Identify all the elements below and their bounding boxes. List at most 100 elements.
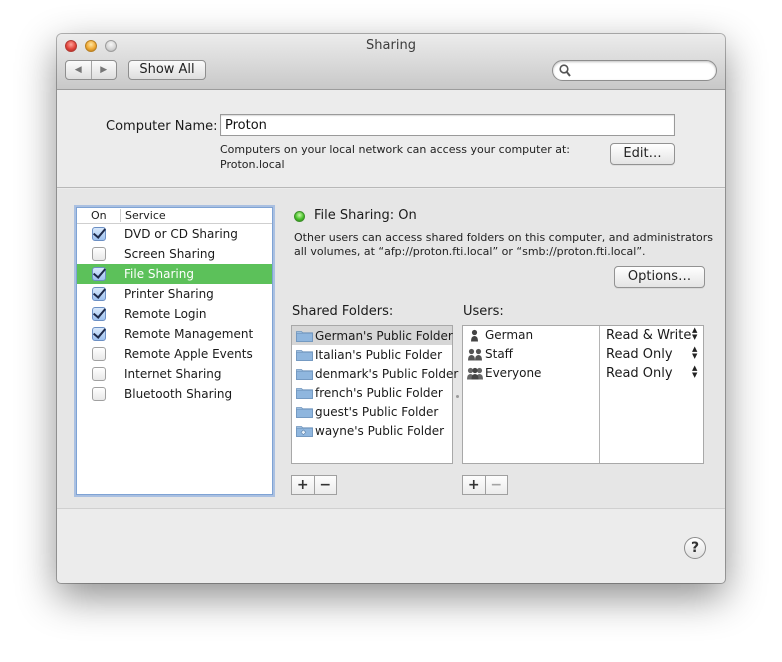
forward-arrow-icon: ▶: [100, 65, 108, 75]
service-checkbox[interactable]: [92, 227, 106, 241]
service-checkbox[interactable]: [92, 267, 106, 281]
user-name: German: [485, 328, 534, 342]
folder-name: guest's Public Folder: [315, 404, 439, 419]
help-button[interactable]: ?: [684, 537, 706, 559]
search-icon: [559, 64, 571, 77]
shared-folder-row[interactable]: denmark's Public Folder: [292, 364, 458, 383]
computer-name-label: Computer Name:: [106, 119, 218, 134]
service-row[interactable]: File Sharing: [77, 264, 272, 284]
local-hostname: Proton.local: [220, 158, 285, 171]
shared-folder-row[interactable]: German's Public Folder: [292, 326, 453, 345]
user-icon: [467, 329, 483, 342]
folder-name: wayne's Public Folder: [315, 423, 445, 438]
public-folder-icon: [296, 424, 313, 437]
back-button[interactable]: ◀: [66, 61, 91, 79]
users-label: Users:: [463, 304, 504, 319]
user-name-cell: Everyone: [467, 366, 541, 380]
everyone-icon: [467, 367, 483, 380]
back-arrow-icon: ◀: [74, 65, 82, 75]
permission-popup[interactable]: Read Only: [606, 347, 673, 362]
computer-name-section: Computer Name: Computers on your local n…: [57, 91, 725, 188]
user-row[interactable]: Staff Read Only ▲ ▼: [463, 345, 703, 364]
computer-name-input[interactable]: [220, 114, 675, 136]
permission-popup[interactable]: Read Only: [606, 366, 673, 381]
column-header-on[interactable]: On: [77, 209, 121, 222]
services-list[interactable]: On Service DVD or CD Sharing Screen Shari…: [76, 207, 273, 495]
add-folder-button[interactable]: +: [292, 476, 314, 494]
folder-icon: [296, 367, 313, 380]
service-row[interactable]: Screen Sharing: [77, 244, 272, 264]
service-label: Remote Login: [124, 307, 207, 321]
service-label: Printer Sharing: [124, 287, 214, 301]
user-name: Staff: [485, 347, 513, 361]
computer-address-info: Computers on your local network can acce…: [220, 142, 570, 172]
folder-add-remove: + −: [291, 475, 337, 495]
service-checkbox[interactable]: [92, 347, 106, 361]
popup-stepper-icon[interactable]: ▲ ▼: [692, 327, 697, 341]
remove-folder-button[interactable]: −: [313, 476, 337, 494]
options-button[interactable]: Options…: [614, 266, 705, 288]
status-indicator-icon: [294, 211, 305, 222]
back-forward-control: ◀ ▶: [65, 60, 117, 80]
service-checkbox[interactable]: [92, 387, 106, 401]
service-status: File Sharing: On: [314, 208, 417, 223]
service-row[interactable]: Remote Management: [77, 324, 272, 344]
shared-folders-label: Shared Folders:: [292, 304, 394, 319]
folder-name: German's Public Folder: [315, 328, 453, 343]
shared-folder-row[interactable]: Italian's Public Folder: [292, 345, 452, 364]
service-checkbox[interactable]: [92, 307, 106, 321]
column-header-service[interactable]: Service: [121, 209, 166, 222]
address-info-text: Computers on your local network can acce…: [220, 143, 570, 156]
splitter-handle[interactable]: [456, 395, 459, 398]
shared-folders-list[interactable]: German's Public Folder Italian's Public F…: [291, 325, 458, 464]
services-section: On Service DVD or CD Sharing Screen Shari…: [57, 189, 725, 509]
shared-folder-row[interactable]: french's Public Folder: [292, 383, 452, 402]
service-row[interactable]: Internet Sharing: [77, 364, 272, 384]
service-checkbox[interactable]: [92, 367, 106, 381]
shared-folder-row[interactable]: guest's Public Folder: [292, 402, 452, 421]
users-list[interactable]: German Read & Write ▲ ▼ Staff Read Only ▲ ▼ Ever…: [462, 325, 704, 464]
show-all-button[interactable]: Show All: [128, 60, 206, 80]
sharing-window: Sharing ◀ ▶ Show All Computer Name: Comp…: [57, 34, 725, 583]
service-checkbox[interactable]: [92, 327, 106, 341]
service-row[interactable]: Remote Login: [77, 304, 272, 324]
service-row[interactable]: DVD or CD Sharing: [77, 224, 272, 244]
service-label: Remote Apple Events: [124, 347, 253, 361]
folder-icon: [296, 348, 313, 361]
permission-popup[interactable]: Read & Write: [606, 328, 691, 343]
remove-user-button[interactable]: −: [484, 476, 508, 494]
user-name-cell: German: [467, 328, 533, 342]
service-label: Bluetooth Sharing: [124, 387, 233, 401]
window-title: Sharing: [366, 38, 416, 53]
group-icon: [467, 348, 483, 361]
user-row[interactable]: German Read & Write ▲ ▼: [463, 326, 703, 345]
service-checkbox[interactable]: [92, 247, 106, 261]
folder-name: french's Public Folder: [315, 385, 443, 400]
service-label: Screen Sharing: [124, 247, 216, 261]
service-label: Internet Sharing: [124, 367, 222, 381]
folder-icon: [296, 329, 313, 342]
user-add-remove: + −: [462, 475, 508, 495]
service-label: Remote Management: [124, 327, 254, 341]
title-bar: Sharing ◀ ▶ Show All: [57, 34, 725, 90]
edit-button[interactable]: Edit…: [610, 143, 675, 165]
user-name-cell: Staff: [467, 347, 513, 361]
add-user-button[interactable]: +: [463, 476, 485, 494]
service-label: File Sharing: [124, 267, 194, 281]
shared-folder-row[interactable]: wayne's Public Folder: [292, 421, 452, 440]
forward-button[interactable]: ▶: [90, 61, 117, 79]
folder-icon: [296, 386, 313, 399]
service-row[interactable]: Remote Apple Events: [77, 344, 272, 364]
service-label: DVD or CD Sharing: [124, 227, 238, 241]
folder-icon: [296, 405, 313, 418]
services-list-header: On Service: [77, 208, 272, 224]
service-checkbox[interactable]: [92, 287, 106, 301]
service-row[interactable]: Bluetooth Sharing: [77, 384, 272, 404]
folder-name: denmark's Public Folder: [315, 366, 459, 381]
popup-stepper-icon[interactable]: ▲ ▼: [692, 346, 697, 360]
search-field[interactable]: [552, 60, 717, 81]
service-description: Other users can access shared folders on…: [294, 231, 714, 258]
popup-stepper-icon[interactable]: ▲ ▼: [692, 365, 697, 379]
user-row[interactable]: Everyone Read Only ▲ ▼: [463, 364, 703, 383]
service-row[interactable]: Printer Sharing: [77, 284, 272, 304]
